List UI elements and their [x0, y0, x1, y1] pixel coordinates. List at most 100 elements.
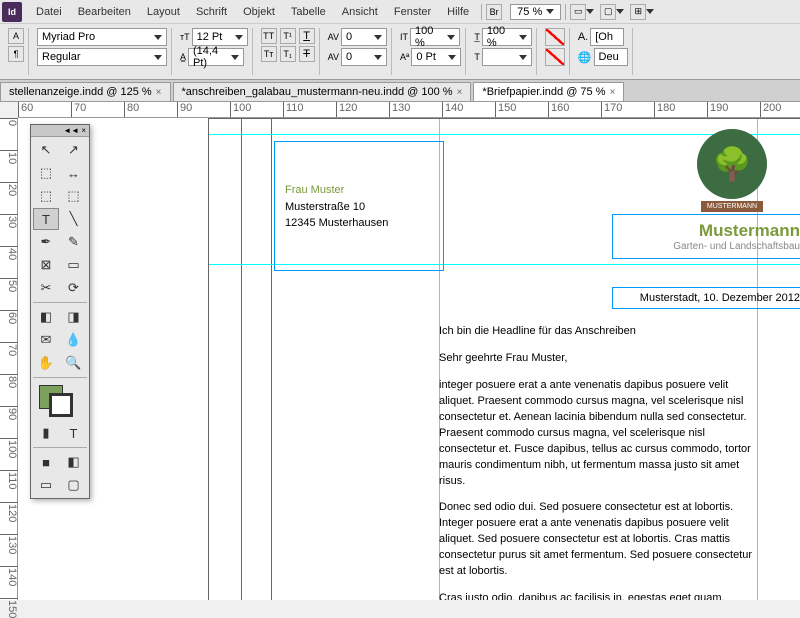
- underline-button[interactable]: T: [299, 28, 315, 44]
- chevron-down-icon[interactable]: [616, 9, 624, 14]
- menu-ansicht[interactable]: Ansicht: [334, 6, 386, 18]
- gradient-feather-tool[interactable]: ◨: [61, 306, 87, 328]
- hscale-input[interactable]: 100 %: [482, 28, 532, 46]
- menu-schrift[interactable]: Schrift: [188, 6, 235, 18]
- transform-tool[interactable]: ⟳: [61, 277, 87, 299]
- baseline-input[interactable]: 0 Pt: [411, 48, 461, 66]
- tools-panel[interactable]: ◄◄ × ↖ ↗ ⬚ ↔ ⬚ ⬚ T ╲ ✒ ✎ ⊠ ▭ ✂ ⟳ ◧ ◨ ✉ 💧…: [30, 124, 90, 499]
- body-text-frame[interactable]: Ich bin die Headline für das Anschreiben…: [439, 324, 759, 600]
- menu-fenster[interactable]: Fenster: [386, 6, 439, 18]
- zoom-tool[interactable]: 🔍: [61, 352, 87, 374]
- char-format-icon[interactable]: A: [8, 28, 24, 44]
- tab-stellenanzeige[interactable]: stellenanzeige.indd @ 125 %×: [0, 82, 171, 101]
- normal-view-button[interactable]: ▭: [33, 474, 59, 496]
- preview-button[interactable]: ▢: [61, 474, 87, 496]
- para-format-icon[interactable]: ¶: [8, 46, 24, 62]
- menu-tabelle[interactable]: Tabelle: [283, 6, 334, 18]
- vertical-ruler[interactable]: 0102030405060708090100110120130140150: [0, 118, 18, 600]
- company-name: Mustermann: [619, 221, 800, 241]
- skew-input[interactable]: [482, 48, 532, 66]
- page-tool[interactable]: ⬚: [33, 162, 59, 184]
- hscale-icon: T̲: [474, 32, 480, 42]
- pen-tool[interactable]: ✒: [33, 231, 59, 253]
- gradient-tool[interactable]: ◧: [33, 306, 59, 328]
- stroke-swatch[interactable]: [49, 393, 73, 417]
- headline: Ich bin die Headline für das Anschreiben: [439, 324, 759, 340]
- format-text-button[interactable]: T: [61, 422, 87, 444]
- canvas[interactable]: Frau Muster Musterstraße 10 12345 Muster…: [18, 118, 800, 600]
- menu-objekt[interactable]: Objekt: [235, 6, 283, 18]
- menubar: Id Datei Bearbeiten Layout Schrift Objek…: [0, 0, 800, 24]
- font-style-select[interactable]: Regular: [37, 48, 167, 66]
- recipient-name: Frau Muster: [285, 182, 433, 199]
- direct-selection-tool[interactable]: ↗: [61, 139, 87, 161]
- color-mode-button[interactable]: ■: [33, 451, 59, 473]
- company-tagline: Garten- und Landschaftsbau: [619, 241, 800, 252]
- page: Frau Muster Musterstraße 10 12345 Muster…: [208, 118, 800, 600]
- view-mode-icon[interactable]: ▭: [570, 4, 586, 20]
- fill-stroke-swatch[interactable]: [35, 383, 85, 419]
- apply-color-button[interactable]: ▮: [33, 422, 59, 444]
- rectangle-frame-tool[interactable]: ⊠: [33, 254, 59, 276]
- gradient-mode-button[interactable]: ◧: [61, 451, 87, 473]
- control-panel: A ¶ Myriad Pro Regular тT12 Pt A͇(14,4 P…: [0, 24, 800, 80]
- tracking-input[interactable]: 0: [341, 48, 387, 66]
- content-collector-tool[interactable]: ⬚: [33, 185, 59, 207]
- font-family-select[interactable]: Myriad Pro: [37, 28, 167, 46]
- superscript-button[interactable]: T¹: [280, 28, 296, 44]
- strike-button[interactable]: T: [299, 46, 315, 62]
- logo-circle: 🌳: [697, 129, 767, 199]
- tab-anschreiben[interactable]: *anschreiben_galabau_mustermann-neu.indd…: [173, 82, 472, 101]
- arrange-icon[interactable]: ⊞: [630, 4, 646, 20]
- stroke-none-icon[interactable]: [545, 48, 565, 66]
- skew-icon: T: [474, 52, 480, 62]
- menu-layout[interactable]: Layout: [139, 6, 188, 18]
- menu-bearbeiten[interactable]: Bearbeiten: [70, 6, 139, 18]
- vscale-icon: IT: [400, 32, 408, 42]
- close-icon[interactable]: ×: [610, 87, 616, 98]
- smallcaps-button[interactable]: Tᴛ: [261, 46, 277, 62]
- allcaps-button[interactable]: TT: [261, 28, 277, 44]
- line-tool[interactable]: ╲: [61, 208, 87, 230]
- screen-mode-icon[interactable]: ▢: [600, 4, 616, 20]
- leading-input[interactable]: (14,4 Pt): [188, 48, 244, 66]
- guide-vertical[interactable]: [271, 119, 272, 600]
- panel-header[interactable]: ◄◄ ×: [31, 125, 89, 137]
- vscale-input[interactable]: 100 %: [410, 28, 460, 46]
- bridge-button[interactable]: Br: [486, 4, 502, 20]
- fill-none-icon[interactable]: [545, 28, 565, 46]
- close-icon[interactable]: ×: [156, 87, 162, 98]
- paragraph-1: integer posuere erat a ante venenatis da…: [439, 378, 759, 490]
- rectangle-tool[interactable]: ▭: [61, 254, 87, 276]
- content-placer-tool[interactable]: ⬚: [61, 185, 87, 207]
- font-size-input[interactable]: 12 Pt: [192, 28, 248, 46]
- address-frame[interactable]: Frau Muster Musterstraße 10 12345 Muster…: [274, 141, 444, 271]
- gap-tool[interactable]: ↔: [61, 162, 87, 184]
- subscript-button[interactable]: T₁: [280, 46, 296, 62]
- charstyle-select[interactable]: [Oh: [590, 28, 624, 46]
- type-tool[interactable]: T: [33, 208, 59, 230]
- guide-vertical[interactable]: [241, 119, 242, 600]
- language-select[interactable]: Deu: [594, 48, 628, 66]
- zoom-level[interactable]: 75 %: [510, 4, 561, 20]
- kerning-icon: AV: [328, 32, 339, 42]
- menu-datei[interactable]: Datei: [28, 6, 70, 18]
- logo-frame[interactable]: 🌳 MUSTERMANN: [667, 129, 797, 212]
- hand-tool[interactable]: ✋: [33, 352, 59, 374]
- company-frame[interactable]: Mustermann Garten- und Landschaftsbau: [612, 214, 800, 259]
- horizontal-ruler[interactable]: 6070809010011012013014015016017018019020…: [18, 102, 800, 118]
- note-tool[interactable]: ✉: [33, 329, 59, 351]
- chevron-down-icon[interactable]: [586, 9, 594, 14]
- close-icon[interactable]: ×: [457, 87, 463, 98]
- eyedropper-tool[interactable]: 💧: [61, 329, 87, 351]
- chevron-down-icon[interactable]: [646, 9, 654, 14]
- date-frame[interactable]: Musterstadt, 10. Dezember 2012: [612, 287, 800, 309]
- selection-tool[interactable]: ↖: [33, 139, 59, 161]
- font-size-icon: тT: [180, 32, 190, 42]
- pencil-tool[interactable]: ✎: [61, 231, 87, 253]
- menu-hilfe[interactable]: Hilfe: [439, 6, 477, 18]
- tab-briefpapier[interactable]: *Briefpapier.indd @ 75 %×: [473, 82, 624, 101]
- scissors-tool[interactable]: ✂: [33, 277, 59, 299]
- recipient-street: Musterstraße 10: [285, 199, 433, 216]
- kerning-input[interactable]: 0: [341, 28, 387, 46]
